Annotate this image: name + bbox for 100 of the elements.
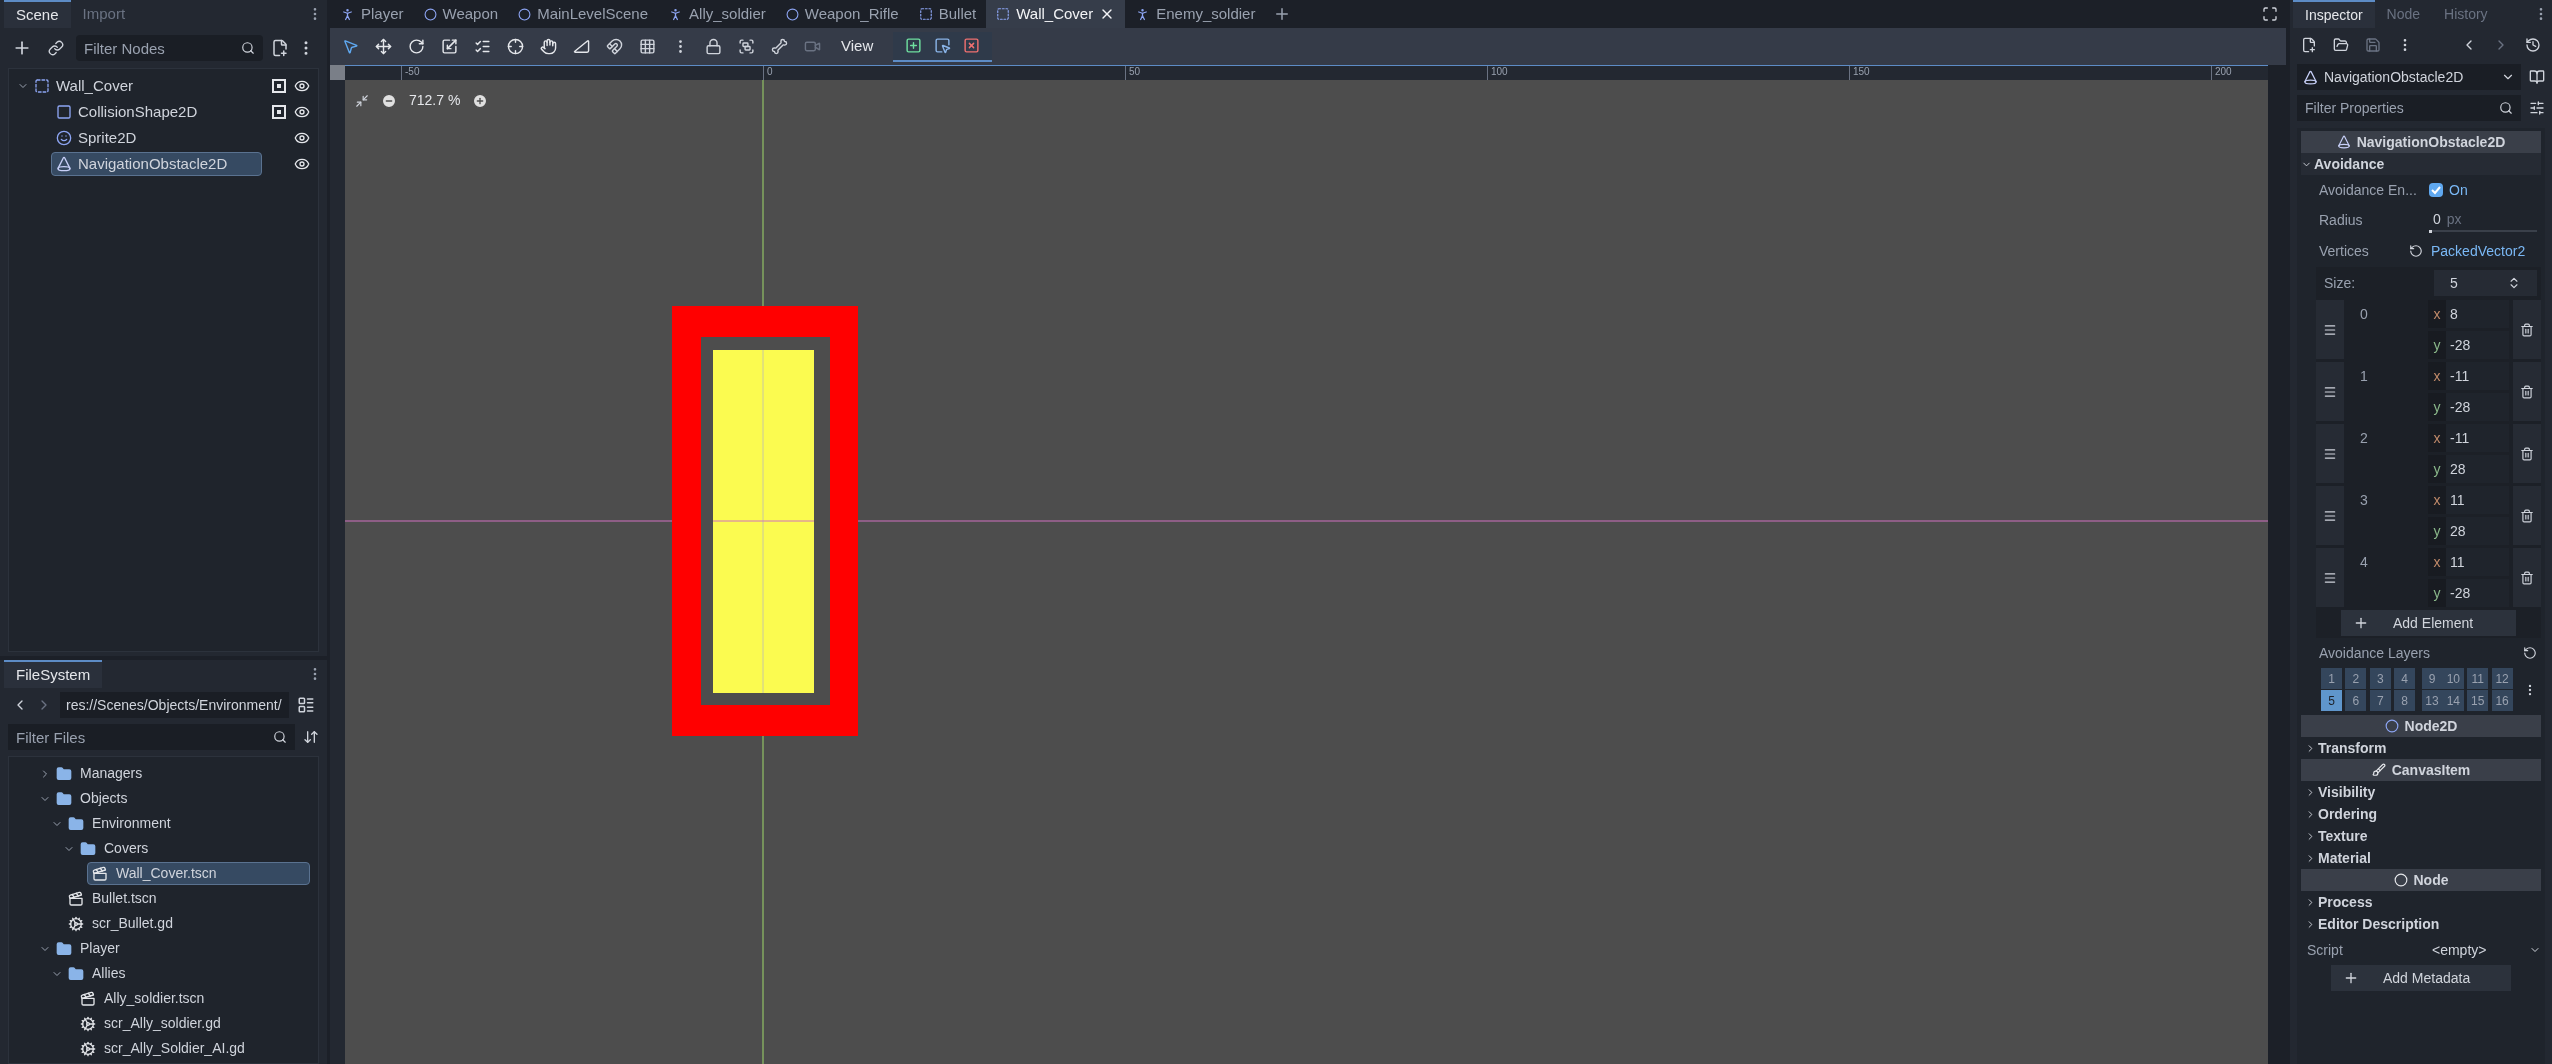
file-tree-item[interactable]: Objects: [51, 787, 310, 810]
radius-slider[interactable]: 0 px: [2429, 208, 2537, 232]
selectable-toggle-icon[interactable]: [272, 79, 286, 93]
delete-button[interactable]: [2513, 548, 2541, 607]
docs-icon[interactable]: [2529, 69, 2545, 85]
layer-toggle[interactable]: 4: [2394, 668, 2416, 689]
x-field[interactable]: 11: [2446, 548, 2509, 576]
lock-icon[interactable]: [705, 38, 722, 55]
delete-point-icon[interactable]: [963, 37, 981, 54]
ruler-icon[interactable]: [573, 38, 590, 55]
x-field[interactable]: -11: [2446, 362, 2509, 390]
document-tab[interactable]: Ally_soldier: [658, 0, 776, 28]
delete-button[interactable]: [2513, 362, 2541, 421]
path-field[interactable]: res://Scenes/Objects/Environment/: [60, 692, 289, 718]
list-view-icon[interactable]: [297, 696, 315, 714]
layer-toggle[interactable]: 13: [2421, 690, 2443, 711]
drag-handle[interactable]: [2316, 548, 2344, 607]
layer-toggle[interactable]: 14: [2442, 690, 2464, 711]
snap-icon[interactable]: [606, 38, 623, 55]
x-field[interactable]: 8: [2446, 300, 2509, 328]
y-field[interactable]: 28: [2446, 455, 2509, 483]
size-spinbox[interactable]: 5: [2434, 270, 2537, 296]
zoom-level[interactable]: 712.7 %: [409, 90, 461, 111]
document-tab[interactable]: Enemy_soldier: [1125, 0, 1266, 28]
delete-button[interactable]: [2513, 300, 2541, 359]
scale-tool-icon[interactable]: [441, 38, 458, 55]
bone-icon[interactable]: [771, 38, 788, 55]
zoom-out-icon[interactable]: [381, 92, 397, 109]
group-icon[interactable]: [738, 38, 755, 55]
property-group[interactable]: Material: [2301, 847, 2541, 869]
layer-toggle[interactable]: 10: [2442, 668, 2464, 689]
visibility-icon[interactable]: [294, 78, 310, 94]
view-menu[interactable]: View: [837, 35, 878, 58]
history-icon[interactable]: [2525, 37, 2541, 53]
select-tool-icon[interactable]: [342, 38, 359, 55]
list-select-icon[interactable]: [474, 38, 491, 55]
add-metadata-button[interactable]: Add Metadata: [2331, 965, 2511, 991]
file-tree-item[interactable]: Managers: [51, 762, 310, 785]
checkbox[interactable]: On: [2429, 179, 2468, 201]
delete-button[interactable]: [2513, 424, 2541, 483]
y-field[interactable]: -28: [2446, 331, 2509, 359]
node-selector[interactable]: NavigationObstacle2D: [2297, 64, 2521, 90]
pivot-icon[interactable]: [507, 38, 524, 55]
visibility-icon[interactable]: [294, 104, 310, 120]
layer-toggle[interactable]: 11: [2467, 668, 2489, 689]
zoom-in-icon[interactable]: [472, 92, 489, 109]
property-group[interactable]: Transform: [2301, 737, 2541, 759]
drag-handle[interactable]: [2316, 424, 2344, 483]
layer-toggle[interactable]: 6: [2345, 690, 2367, 711]
layer-toggle[interactable]: 12: [2491, 668, 2513, 689]
x-field[interactable]: -11: [2446, 424, 2509, 452]
property-group[interactable]: Ordering: [2301, 803, 2541, 825]
file-tree-item[interactable]: Environment: [63, 812, 310, 835]
center-view-icon[interactable]: [355, 93, 369, 108]
open-folder-icon[interactable]: [2333, 37, 2349, 53]
edit-point-icon[interactable]: [934, 37, 952, 54]
layer-toggle[interactable]: 3: [2369, 668, 2391, 689]
file-tree-item[interactable]: Ally_soldier.tscn: [75, 987, 310, 1010]
layer-toggle[interactable]: 9: [2421, 668, 2443, 689]
drag-handle[interactable]: [2316, 300, 2344, 359]
scene-tree-item[interactable]: Wall_Cover: [29, 74, 262, 98]
save-icon[interactable]: [2365, 37, 2381, 53]
document-tab[interactable]: Weapon: [413, 0, 509, 28]
filter-field[interactable]: Filter Files: [8, 724, 295, 750]
fullscreen-icon[interactable]: [2262, 6, 2278, 22]
layer-toggle[interactable]: 1: [2321, 668, 2342, 689]
layer-toggle[interactable]: 16: [2491, 690, 2513, 711]
file-tree-item[interactable]: Wall_Cover.tscn: [87, 862, 310, 885]
sort-icon[interactable]: [303, 729, 319, 745]
add-point-icon[interactable]: [905, 37, 923, 54]
hand-icon[interactable]: [540, 38, 557, 55]
property-group[interactable]: Editor Description: [2301, 913, 2541, 935]
layer-toggle[interactable]: 5: [2321, 690, 2342, 711]
new-resource-icon[interactable]: [2301, 37, 2317, 53]
add-element-button[interactable]: Add Element: [2341, 610, 2516, 636]
scene-tree-item[interactable]: Sprite2D: [51, 126, 262, 150]
move-tool-icon[interactable]: [375, 38, 392, 55]
add-script-icon[interactable]: [271, 39, 289, 57]
scene-tree-item[interactable]: CollisionShape2D: [51, 100, 262, 124]
reset-icon[interactable]: [2523, 646, 2537, 660]
y-field[interactable]: -28: [2446, 579, 2509, 607]
drag-handle[interactable]: [2316, 486, 2344, 545]
document-tab[interactable]: Wall_Cover: [986, 0, 1126, 28]
panel-tab[interactable]: Scene: [4, 0, 71, 28]
layer-toggle[interactable]: 15: [2467, 690, 2489, 711]
layer-toggle[interactable]: 2: [2345, 668, 2367, 689]
document-tab[interactable]: Player: [330, 0, 414, 28]
visibility-icon[interactable]: [294, 130, 310, 146]
selectable-toggle-icon[interactable]: [272, 105, 286, 119]
file-tree-item[interactable]: Covers: [75, 837, 310, 860]
property-group[interactable]: Avoidance: [2301, 153, 2541, 175]
x-field[interactable]: 11: [2446, 486, 2509, 514]
scene-tree-item[interactable]: NavigationObstacle2D: [51, 152, 262, 176]
rotate-tool-icon[interactable]: [408, 38, 425, 55]
file-tree-item[interactable]: Bullet.tscn: [63, 887, 310, 910]
reset-icon[interactable]: [2409, 244, 2423, 258]
file-tree-item[interactable]: scr_Bullet.gd: [63, 912, 310, 935]
y-field[interactable]: 28: [2446, 517, 2509, 545]
file-tree-item[interactable]: scr_Ally_Soldier_AI.gd: [75, 1037, 310, 1060]
tools-icon[interactable]: [2529, 100, 2545, 116]
